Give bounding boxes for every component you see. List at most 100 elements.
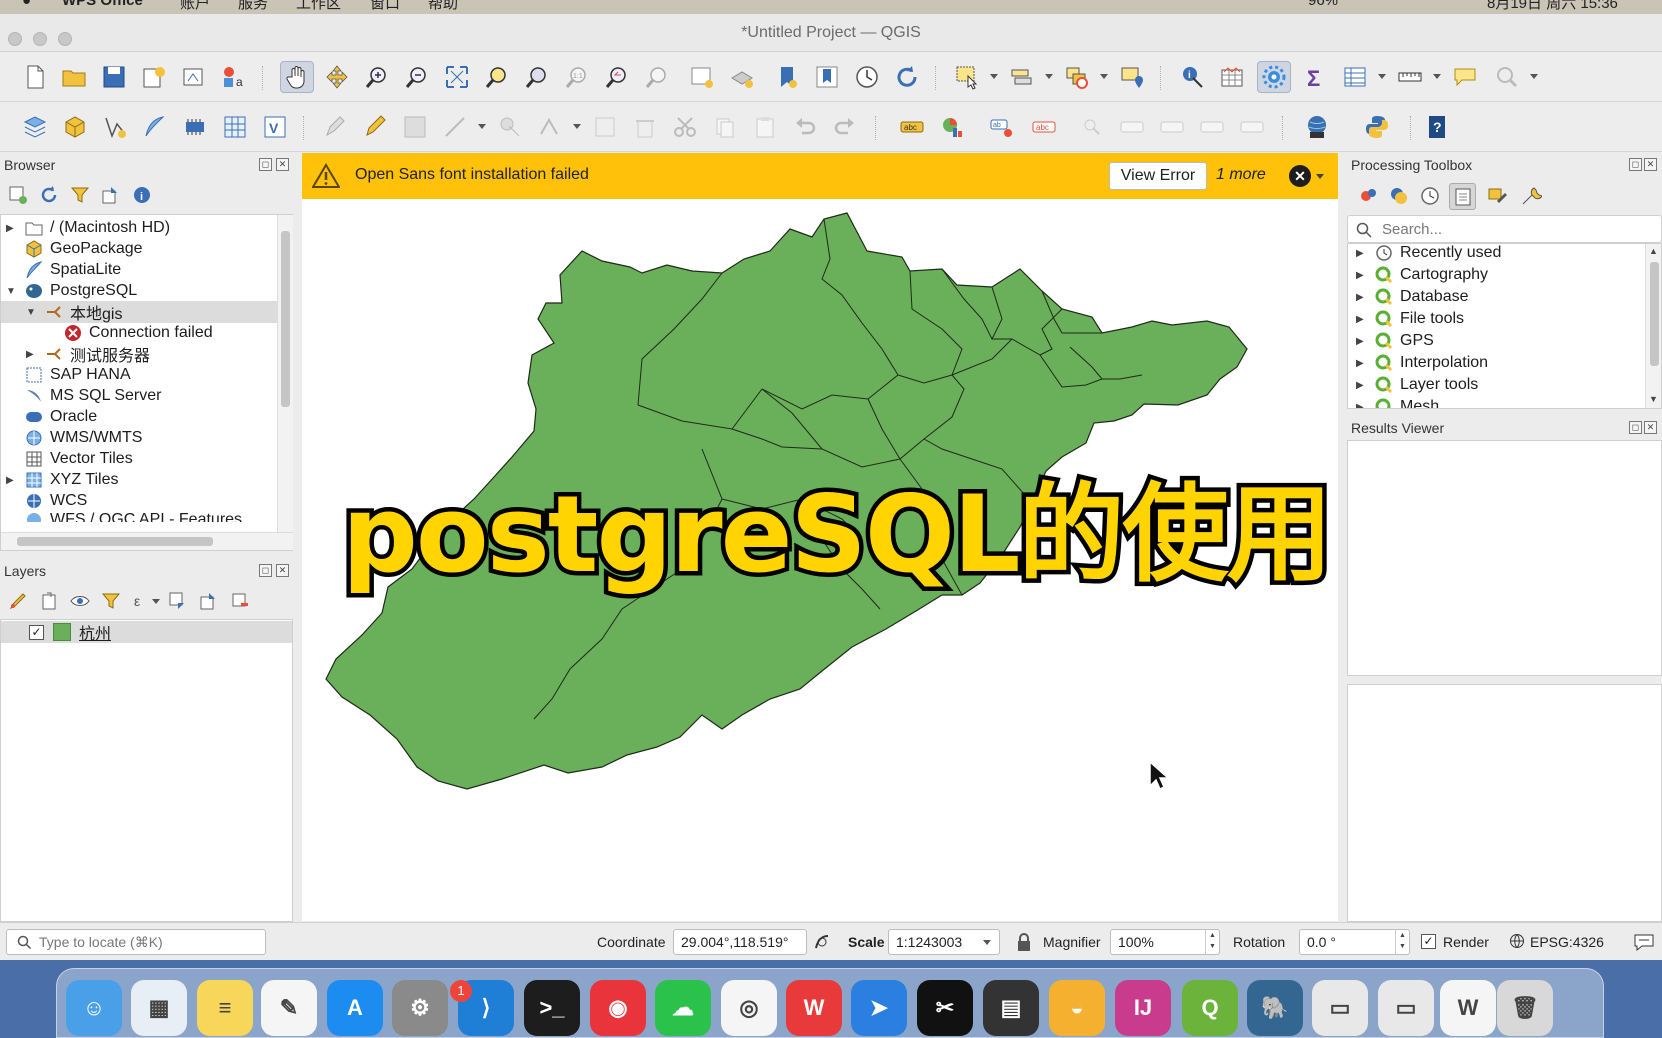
toggle-label-display-button[interactable]: abc [1027,111,1061,143]
refresh-browser-icon[interactable] [39,185,59,205]
layers-close-button[interactable]: ✕ [276,564,289,577]
new-vector-tile-button[interactable]: V [258,111,292,143]
menu-account[interactable]: 账户 [180,0,210,13]
new-map-view-button[interactable] [685,61,719,93]
open-table-button[interactable] [1338,61,1372,93]
save-edits-button[interactable] [398,111,432,143]
add-selected-layers-icon[interactable] [8,185,28,205]
apple-menu-icon[interactable]: ● [22,0,31,9]
toggle-extents-icon[interactable] [812,932,832,952]
processing-item-database[interactable]: ▶ Database [1356,286,1469,308]
browser-item-xyz-tiles[interactable]: ▶ XYZ Tiles [6,469,118,491]
python-scripts-icon[interactable] [1388,185,1410,207]
lock-scale-icon[interactable] [1016,932,1032,952]
processing-item-file-tools[interactable]: ▶ File tools [1356,308,1464,330]
plugin-globe-button[interactable] [1300,111,1334,143]
processing-item-recently-used[interactable]: ▶ Recently used [1356,244,1501,264]
processing-float-button[interactable]: ◻ [1629,158,1642,171]
results-viewer-toggle[interactable] [1449,183,1476,210]
browser-item-vector-tiles[interactable]: Vector Tiles [6,448,133,470]
new-temp-layer-button[interactable] [178,111,212,143]
processing-item-cartography[interactable]: ▶ Cartography [1356,264,1488,286]
dock-app-terminal-icon[interactable]: >_ [524,980,580,1036]
dock-app-system-settings-icon[interactable]: ⚙ [392,980,448,1036]
edit-features-in-place-icon[interactable] [1487,185,1509,207]
browser-item-postgresql[interactable]: ▼ PostgreSQL [6,280,137,302]
view-error-button[interactable]: View Error [1109,162,1207,190]
menu-datetime[interactable]: 8月19日 周六 15:36 [1487,0,1618,13]
browser-close-button[interactable]: ✕ [276,158,289,171]
dock-app-finder-icon[interactable]: ☺ [66,980,122,1036]
layers-float-button[interactable]: ◻ [259,564,272,577]
magnifier-spinbox[interactable]: 100% ▲ ▼ [1110,929,1220,955]
select-by-value-button[interactable] [1005,61,1039,93]
current-edits-button[interactable] [318,111,352,143]
remove-layer-icon[interactable] [230,591,250,611]
pan-to-selection-button[interactable] [320,61,354,93]
dock-app-launchpad-icon[interactable]: ▦ [131,980,187,1036]
processing-item-layer-tools[interactable]: ▶ Layer tools [1356,374,1478,396]
dock-app-intellij-idea-icon[interactable]: IJ [1115,980,1171,1036]
layer-symbol-swatch[interactable] [53,623,71,641]
style-manager-button[interactable]: a [217,61,251,93]
layout-manager-button[interactable] [177,61,211,93]
attribute-table-button[interactable] [1215,61,1249,93]
filter-legend-icon[interactable] [101,591,121,611]
browser-item-geopackage[interactable]: GeoPackage [6,238,143,260]
modify-attributes-button[interactable] [533,111,567,143]
new-project-button[interactable] [18,61,52,93]
save-project-button[interactable] [97,61,131,93]
dock-app-notes-icon[interactable]: ≡ [197,980,253,1036]
options-wrench-icon[interactable] [1520,185,1542,207]
expand-arrow-icon[interactable]: ▶ [1356,292,1366,303]
models-gear-icon[interactable] [1357,185,1379,207]
history-clock-icon[interactable] [1419,185,1441,207]
menu-window[interactable]: 窗口 [370,0,400,13]
layer-labeling-button[interactable]: abc [895,111,929,143]
processing-item-gps[interactable]: ▶ GPS [1356,330,1434,352]
new-3d-view-button[interactable] [725,61,759,93]
expand-arrow-icon[interactable]: ▶ [26,349,36,360]
crs-button[interactable]: EPSG:4326 [1530,934,1604,950]
zoom-full-button[interactable] [440,61,474,93]
help-button[interactable]: ? [1420,111,1454,143]
select-location-button[interactable] [1115,61,1149,93]
info-icon[interactable]: i [132,185,152,205]
expand-arrow-icon[interactable]: ▶ [1356,248,1366,259]
rotation-spinbox[interactable]: 0.0 ° ▲ ▼ [1299,929,1410,955]
menu-app-name[interactable]: WPS Office [62,0,143,9]
close-message-icon[interactable]: ✕ [1289,165,1311,187]
dock-app-chrome-icon[interactable]: ◎ [721,980,777,1036]
zoom-out-button[interactable] [400,61,434,93]
dock-app-wps-office-icon[interactable]: W [786,980,842,1036]
browser-item-test-server[interactable]: ▶ 测试服务器 [26,343,150,365]
zoom-last-button[interactable] [600,61,634,93]
refresh-button[interactable] [890,61,924,93]
dock-app-window-icon[interactable]: ▭ [1378,980,1434,1036]
deselect-features-button[interactable] [1060,61,1094,93]
new-geopackage-button[interactable] [58,111,92,143]
vertex-tool-button[interactable] [493,111,527,143]
highlight-pinned-labels-button[interactable]: ab [985,111,1019,143]
open-project-button[interactable] [57,61,91,93]
new-bookmark-button[interactable] [770,61,804,93]
browser-item-wfs[interactable]: WFS / OGC API - Features [6,511,242,522]
processing-close-button[interactable]: ✕ [1644,158,1657,171]
browser-item-connection-failed[interactable]: Connection failed [63,322,213,344]
dock-app-wps-icon[interactable]: W [1440,980,1496,1036]
results-float-button[interactable]: ◻ [1629,421,1642,434]
identify-features-button[interactable]: i [1175,61,1209,93]
browser-hscrollbar[interactable] [1,532,293,550]
menu-services[interactable]: 服务 [238,0,268,13]
expand-all-icon[interactable] [168,591,188,611]
change-label-button[interactable] [1235,111,1269,143]
collapse-all-icon[interactable] [101,185,121,205]
paste-features-button[interactable] [748,111,782,143]
measure-line-button[interactable] [1393,61,1427,93]
expand-arrow-icon[interactable]: ▶ [6,475,16,486]
new-spatialite-button[interactable] [138,111,172,143]
zoom-to-selection-button[interactable] [480,61,514,93]
digitize-button[interactable] [438,111,472,143]
dock-app-netease-music-icon[interactable]: ◉ [590,980,646,1036]
layer-diagram-button[interactable] [935,111,969,143]
